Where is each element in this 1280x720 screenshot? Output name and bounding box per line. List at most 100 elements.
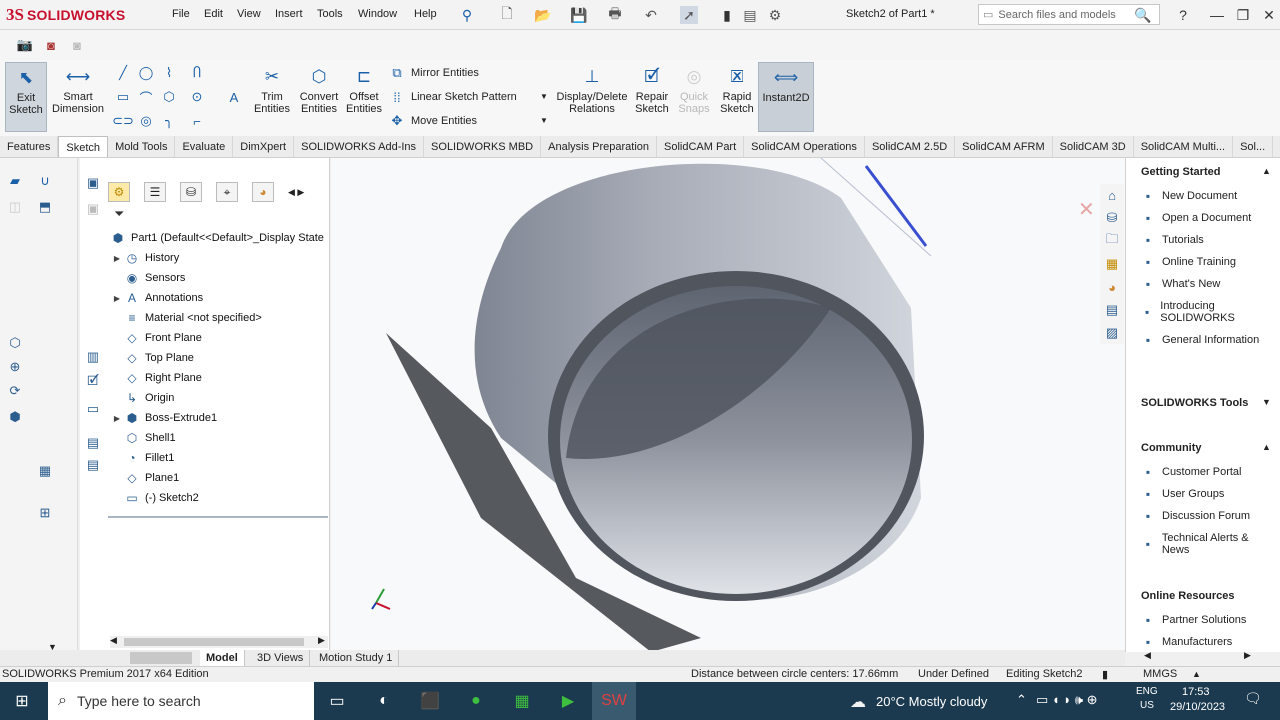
taskpane-item[interactable]: ▪ Tutorials [1140,229,1278,251]
feature-manager-tab-icon[interactable]: ⚙ [108,182,130,202]
excel-icon[interactable]: ▦ [500,682,544,720]
tree-item[interactable]: ◇ Plane1 [110,468,328,488]
media-app-icon[interactable]: ▶ [546,682,590,720]
units-dropdown-icon[interactable]: ▲ [1192,669,1201,679]
help-icon[interactable]: ? [1174,6,1192,24]
stop-icon[interactable]: ◙ [68,36,86,54]
tree-panel-icon-2[interactable]: ▣ [84,200,102,218]
tab-solidcam-part[interactable]: SolidCAM Part [657,136,745,157]
display-manager-tab-icon[interactable]: ◕ [252,182,274,202]
expand-tools-icon[interactable]: ▼ [1262,397,1271,407]
acrobat-icon[interactable]: ⬛ [408,682,452,720]
rectangle-icon[interactable]: ▭ [114,88,132,106]
menu-help[interactable]: Help [414,8,437,20]
tree-root-part1[interactable]: ⬢ Part1 (Default<<Default>_Display State [110,228,324,248]
undo-icon[interactable]: ↶ [642,6,660,24]
tree-item[interactable]: ≡ Material <not specified> [110,308,328,328]
text-icon[interactable]: Ⴖ [188,64,206,82]
tree-item[interactable]: ↳ Origin [110,388,328,408]
tree-panel-icon-7[interactable]: ▤ [84,456,102,474]
tab-solidcam-3d[interactable]: SolidCAM 3D [1053,136,1134,157]
polygon-icon[interactable]: ⬡ [160,88,178,106]
dimxpert-tab-icon[interactable]: ⌖ [216,182,238,202]
file-properties-icon[interactable]: ▤ [741,6,759,24]
smart-dimension-button[interactable]: ⟷ Smart Dimension [50,62,106,132]
taskpane-scroll-right-icon[interactable]: ▶ [1244,650,1251,661]
close-icon[interactable]: ✕ [1260,6,1278,24]
point-icon[interactable]: ⊙ [188,88,206,106]
tree-panel-icon-4[interactable]: 🗹 [84,373,102,392]
clock-date[interactable]: 29/10/2023 [1170,701,1225,713]
taskpane-item[interactable]: ▪ User Groups [1140,483,1278,505]
tree-panel-icon-6[interactable]: ▤ [84,434,102,452]
tab-model[interactable]: Model [200,650,245,666]
tab-evaluate[interactable]: Evaluate [175,136,234,157]
taskpane-item[interactable]: ▪ Customer Portal [1140,461,1278,483]
scroll-left-icon[interactable]: ◀ [110,635,117,646]
taskpane-scroll-left-icon[interactable]: ◀ [1144,650,1151,661]
tab-solidcam-2-5d[interactable]: SolidCAM 2.5D [865,136,956,157]
record-icon[interactable]: ◙ [42,36,60,54]
weather-text[interactable]: 20°C Mostly cloudy [876,694,987,709]
open-folder-icon[interactable]: 📂 [534,6,552,24]
convert-entities-button[interactable]: ⬡ Convert Entities [296,62,342,132]
tab-sketch[interactable]: Sketch [58,136,109,157]
move-dropdown-icon[interactable]: ▼ [540,116,548,125]
arc-icon[interactable]: ⌒ [137,88,155,106]
taskpane-item[interactable]: ▪ General Information [1140,329,1278,351]
menu-file[interactable]: File [172,8,190,20]
magnet-icon[interactable]: ∪ [36,172,54,190]
tree-item[interactable]: ▭ (-) Sketch2 [110,488,328,508]
graphics-area[interactable]: ✕ [331,158,1125,652]
tree-panel-icon-5[interactable]: ▭ [84,400,102,418]
save-icon[interactable]: 💾 [570,6,588,24]
menu-insert[interactable]: Insert [275,8,303,20]
tree-panel-icon[interactable]: ▣ [84,174,102,192]
blocks-icon[interactable]: ⬒ [36,198,54,216]
expand-arrow-icon[interactable]: ▶ [110,254,124,263]
minimize-icon[interactable]: — [1208,6,1226,24]
language-2[interactable]: US [1140,700,1154,711]
file-explorer-icon[interactable]: 🗀 [1103,231,1121,250]
design-library-icon[interactable]: ⛁ [1103,209,1121,227]
tab-features[interactable]: Features [0,136,59,157]
circle-icon[interactable]: ◯ [137,64,155,82]
tree-item[interactable]: ◇ Front Plane [110,328,328,348]
task-view-icon[interactable]: ▭ [315,682,359,720]
view-palette-icon[interactable]: ▦ [1103,255,1121,273]
zoom-icon[interactable]: ⊕ [6,358,24,376]
search-icon[interactable]: 🔍 [1134,6,1152,24]
tree-scroll-arrows-icon[interactable]: ◀ ▶ [288,187,304,198]
bottom-scroll-thumb[interactable] [130,652,192,664]
green-app-icon[interactable]: ● [454,682,498,720]
pin-icon[interactable]: ⚲ [458,6,476,24]
clock-time[interactable]: 17:53 [1182,686,1210,698]
exit-sketch-button[interactable]: ⬉ Exit Sketch [5,62,47,132]
spline-icon[interactable]: ⌇ [160,64,178,82]
taskpane-item[interactable]: ▪ What's New [1140,273,1278,295]
forum-icon[interactable]: ▨ [1103,324,1121,342]
quick-snaps-button[interactable]: ◎ Quick Snaps [676,62,712,132]
tree-item[interactable]: ⬡ Shell1 [110,428,328,448]
tab-motion-study[interactable]: Motion Study 1 [313,650,400,666]
notifications-icon[interactable]: 🗨 [1244,690,1262,707]
fillet-sketch-icon[interactable]: ╮ [160,112,178,130]
tab-3d-views[interactable]: 3D Views [251,650,311,666]
tree-item[interactable]: ◇ Right Plane [110,368,328,388]
tray-arrow-icon[interactable]: ⌃ [1016,692,1027,708]
print-icon[interactable]: 🖶 [606,5,624,24]
property-manager-tab-icon[interactable]: ☰ [144,182,166,202]
taskpane-item[interactable]: ▪ Open a Document [1140,207,1278,229]
scroll-right-icon[interactable]: ▶ [318,635,325,646]
scroll-thumb[interactable] [124,638,304,646]
confirm-corner-close-icon[interactable]: ✕ [1078,199,1095,221]
tab-solidworks-mbd[interactable]: SOLIDWORKS MBD [424,136,542,157]
configuration-manager-tab-icon[interactable]: ⛁ [180,182,202,202]
windows-start-icon[interactable]: ⊞ [0,682,44,720]
tree-panel-icon-3[interactable]: ▥ [84,348,102,366]
expand-arrow-icon[interactable]: ▶ [110,414,124,423]
camera-icon[interactable]: 📷 [16,36,34,54]
custom-properties-icon[interactable]: ▤ [1103,301,1121,319]
collapse-getting-started-icon[interactable]: ▲ [1262,166,1271,176]
move-entities-button[interactable]: ✥ Move Entities [389,111,477,131]
